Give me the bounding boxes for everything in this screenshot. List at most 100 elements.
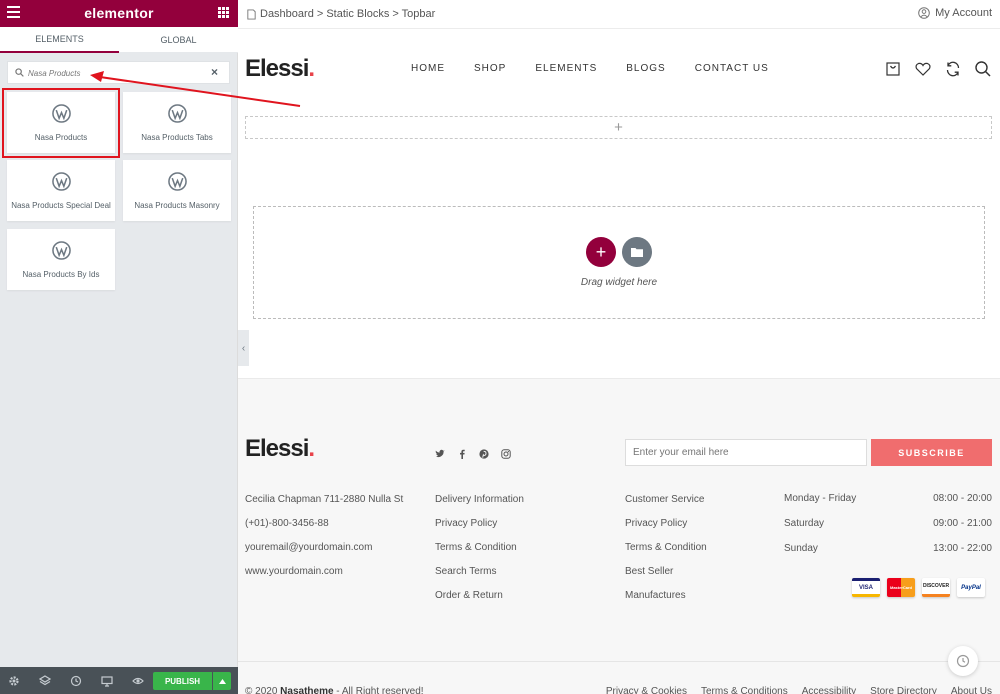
- widget-search: ×: [7, 61, 230, 84]
- footer-links-2: Customer Service Privacy Policy Terms & …: [625, 493, 707, 613]
- footer-link[interactable]: Manufactures: [625, 589, 707, 613]
- elementor-panel: elementor ELEMENTS GLOBAL × Nasa Product…: [0, 0, 238, 694]
- publish-button[interactable]: PUBLISH: [153, 672, 212, 690]
- tab-global[interactable]: GLOBAL: [119, 27, 238, 53]
- footer-link[interactable]: Search Terms: [435, 565, 524, 589]
- twitter-icon[interactable]: [435, 446, 445, 458]
- add-widget-button[interactable]: +: [586, 237, 616, 267]
- add-template-button[interactable]: [622, 237, 652, 267]
- widget-nasa-products-tabs[interactable]: Nasa Products Tabs: [123, 92, 231, 153]
- copyright-suffix: - All Right reserved!: [333, 686, 424, 694]
- topbar: Dashboard > Static Blocks > Topbar My Ac…: [238, 0, 1000, 29]
- panel-tabs: ELEMENTS GLOBAL: [0, 27, 238, 53]
- newsletter-email-input[interactable]: [625, 439, 867, 466]
- widget-label: Nasa Products Special Deal: [11, 201, 111, 210]
- nav-contact-us[interactable]: CONTACT US: [695, 63, 769, 74]
- hours-time: 09:00 - 21:00: [933, 518, 992, 529]
- my-account-link[interactable]: My Account: [918, 7, 992, 19]
- clear-search-icon[interactable]: ×: [211, 65, 218, 79]
- widget-nasa-products-masonry[interactable]: Nasa Products Masonry: [123, 160, 231, 221]
- collapse-panel-button[interactable]: ‹: [238, 330, 249, 366]
- user-icon: [918, 7, 930, 19]
- revision-history-button[interactable]: [948, 646, 978, 676]
- settings-gear-icon[interactable]: [8, 675, 20, 687]
- compare-refresh-icon[interactable]: [944, 60, 962, 78]
- footer-link[interactable]: Order & Return: [435, 589, 524, 613]
- wordpress-icon: [168, 172, 187, 191]
- publish-options-button[interactable]: [213, 672, 231, 690]
- instagram-icon[interactable]: [501, 446, 511, 459]
- search-icon[interactable]: [974, 60, 992, 78]
- visa-card-icon: VISA: [852, 578, 880, 597]
- widgets-grid-icon[interactable]: [218, 7, 229, 18]
- nav-home[interactable]: HOME: [411, 63, 445, 74]
- search-input[interactable]: [28, 65, 203, 81]
- nav-blogs[interactable]: BLOGS: [626, 63, 665, 74]
- add-section-button[interactable]: +: [245, 116, 992, 139]
- copyright-brand[interactable]: Nasatheme: [280, 686, 333, 694]
- paypal-icon: PayPal: [957, 578, 985, 597]
- logo-text: Elessi: [245, 55, 309, 82]
- hours-row: Monday - Friday 08:00 - 20:00: [784, 493, 992, 518]
- footer-link[interactable]: Privacy Policy: [435, 517, 524, 541]
- search-icon: [15, 68, 24, 77]
- breadcrumb-text[interactable]: Dashboard > Static Blocks > Topbar: [260, 8, 435, 20]
- footer-link[interactable]: Delivery Information: [435, 493, 524, 517]
- copyright-prefix: © 2020: [245, 686, 281, 694]
- bottom-link-store-directory[interactable]: Store Directory: [870, 686, 937, 694]
- responsive-desktop-icon[interactable]: [101, 675, 113, 687]
- tab-elements[interactable]: ELEMENTS: [0, 27, 119, 53]
- site-logo[interactable]: Elessi.: [245, 55, 315, 83]
- history-icon[interactable]: [70, 675, 82, 687]
- main-nav: HOME SHOP ELEMENTS BLOGS CONTACT US: [411, 63, 798, 74]
- hours-time: 13:00 - 22:00: [933, 543, 992, 554]
- bottom-link-terms[interactable]: Terms & Conditions: [701, 686, 788, 694]
- widget-drop-zone[interactable]: + Drag widget here: [253, 206, 985, 319]
- navigator-layers-icon[interactable]: [39, 675, 51, 687]
- wishlist-heart-icon[interactable]: [914, 60, 932, 78]
- hours-day: Saturday: [784, 518, 825, 529]
- contact-phone: (+01)-800-3456-88: [245, 518, 329, 529]
- caret-up-icon: [218, 678, 226, 684]
- subscribe-button[interactable]: SUBSCRIBE: [871, 439, 992, 466]
- bottom-link-privacy[interactable]: Privacy & Cookies: [606, 686, 687, 694]
- facebook-icon[interactable]: [457, 446, 467, 459]
- widget-label: Nasa Products By Ids: [22, 270, 100, 279]
- my-account-label: My Account: [935, 7, 992, 19]
- bottom-link-about[interactable]: About Us: [951, 686, 992, 694]
- widget-nasa-products-by-ids[interactable]: Nasa Products By Ids: [7, 229, 115, 290]
- footer-links-1: Delivery Information Privacy Policy Term…: [435, 493, 524, 613]
- bottom-link-accessibility[interactable]: Accessibility: [802, 686, 856, 694]
- pinterest-icon[interactable]: [479, 446, 489, 459]
- footer-link[interactable]: Customer Service: [625, 493, 707, 517]
- panel-footer: PUBLISH: [0, 667, 238, 694]
- hours-day: Monday - Friday: [784, 493, 857, 504]
- contact-website: www.yourdomain.com: [245, 566, 343, 577]
- social-links: [435, 446, 511, 459]
- elementor-brand: elementor: [84, 5, 154, 21]
- nav-elements[interactable]: ELEMENTS: [535, 63, 597, 74]
- widget-nasa-products-special-deal[interactable]: Nasa Products Special Deal: [7, 160, 115, 221]
- site-footer: Elessi. SUBSCRIBE Cecilia Chapman 711-28…: [238, 378, 1000, 694]
- panel-header: elementor: [0, 0, 238, 27]
- footer-link[interactable]: Terms & Condition: [435, 541, 524, 565]
- footer-logo[interactable]: Elessi.: [245, 435, 315, 463]
- preview-eye-icon[interactable]: [132, 675, 144, 687]
- hours-time: 08:00 - 20:00: [933, 493, 992, 504]
- wordpress-icon: [52, 241, 71, 260]
- contact-email: youremail@yourdomain.com: [245, 542, 373, 553]
- folder-icon: [631, 248, 643, 257]
- drag-widget-text: Drag widget here: [580, 277, 658, 288]
- clock-icon: [956, 654, 970, 668]
- contact-address: Cecilia Chapman 711-2880 Nulla St: [245, 494, 404, 505]
- logo-dot: .: [308, 435, 315, 462]
- nav-shop[interactable]: SHOP: [474, 63, 506, 74]
- footer-link[interactable]: Best Seller: [625, 565, 707, 589]
- bottom-links: Privacy & Cookies Terms & Conditions Acc…: [606, 686, 992, 694]
- discover-card-icon: DISCOVER: [922, 578, 950, 597]
- footer-link[interactable]: Terms & Condition: [625, 541, 707, 565]
- footer-link[interactable]: Privacy Policy: [625, 517, 707, 541]
- widget-label: Nasa Products Masonry: [134, 201, 220, 210]
- breadcrumb: Dashboard > Static Blocks > Topbar: [246, 8, 435, 20]
- cart-icon[interactable]: [884, 60, 902, 78]
